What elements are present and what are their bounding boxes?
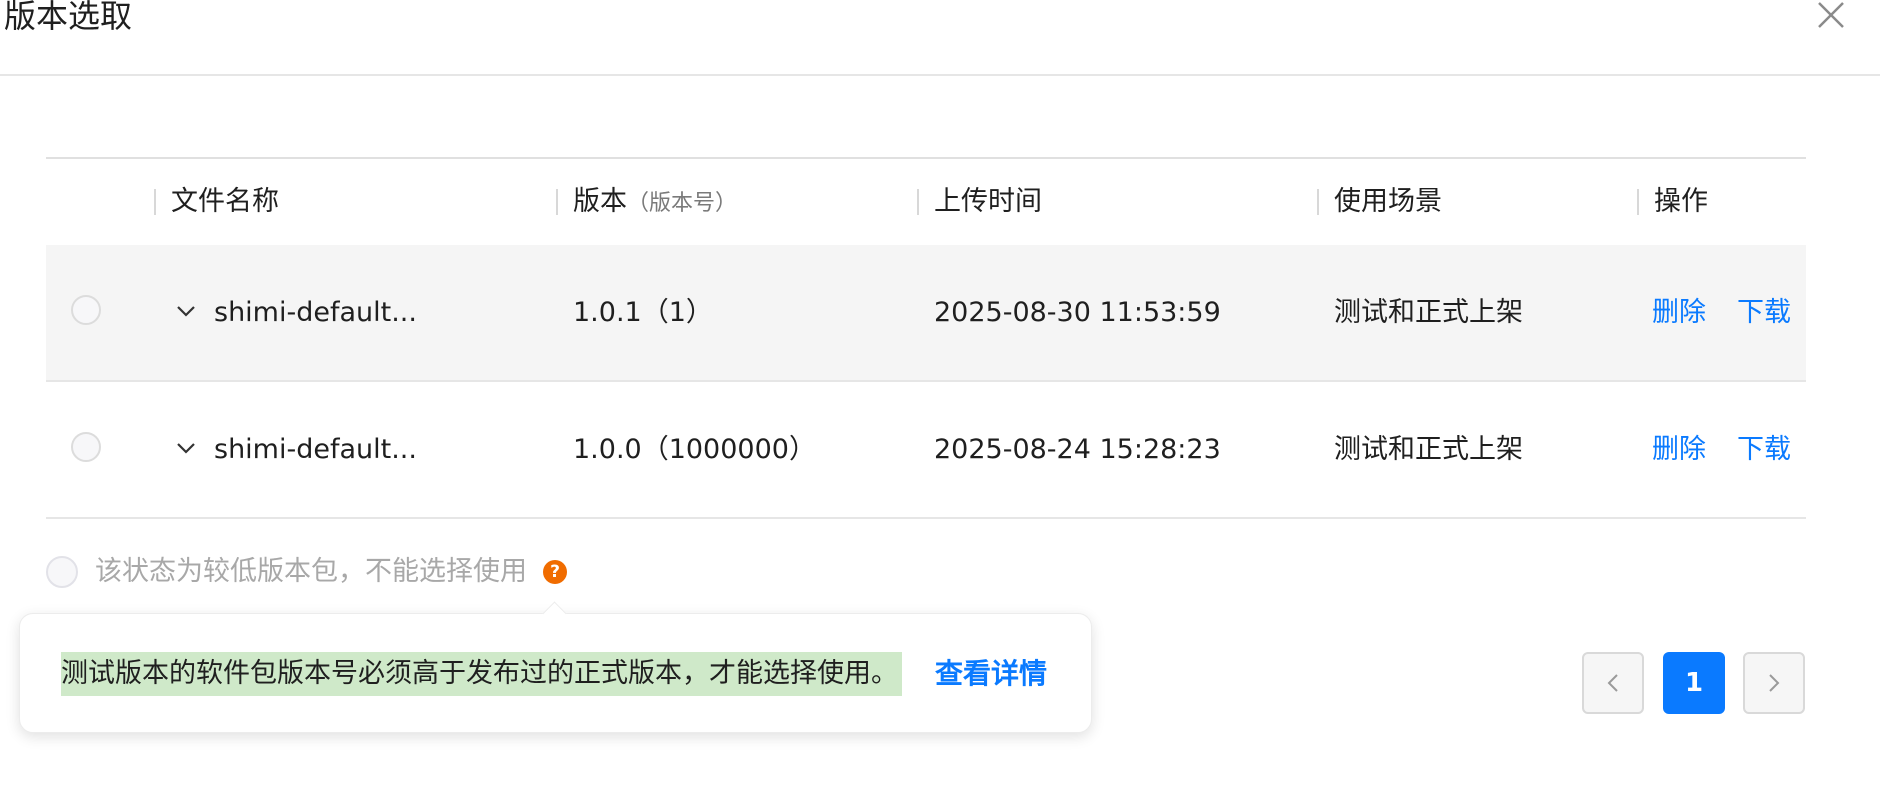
chevron-right-icon [1769, 674, 1780, 692]
column-separator [1317, 189, 1319, 215]
help-tooltip: 测试版本的软件包版本号必须高于发布过的正式版本，才能选择使用。 查看详情 [19, 601, 1092, 733]
disabled-radio-sample [46, 556, 78, 588]
row-select-radio[interactable] [71, 295, 101, 325]
question-icon[interactable]: ? [543, 560, 567, 584]
next-page-button[interactable] [1743, 652, 1805, 714]
table-row: shimi-default... 1.0.0（1000000） 2025-08-… [46, 382, 1806, 519]
usage-scene-cell: 测试和正式上架 [1334, 434, 1523, 465]
column-header-version: 版本（版本号） [573, 159, 737, 245]
column-header-version-sub: （版本号） [627, 191, 738, 216]
version-cell: 1.0.0（1000000） [573, 434, 816, 465]
table-header: 文件名称 版本（版本号） 上传时间 使用场景 操作 [46, 159, 1806, 245]
download-link[interactable]: 下载 [1737, 382, 1791, 517]
upload-time-cell: 2025-08-30 11:53:59 [934, 297, 1221, 328]
close-icon [1818, 2, 1844, 28]
view-details-link[interactable]: 查看详情 [935, 652, 1047, 696]
column-separator [556, 189, 558, 215]
column-separator [154, 189, 156, 215]
file-name-cell: shimi-default... [214, 297, 417, 328]
table-row: shimi-default... 1.0.1（1） 2025-08-30 11:… [46, 245, 1806, 382]
column-separator [1637, 189, 1639, 215]
column-header-actions: 操作 [1654, 186, 1708, 217]
column-header-usage-scene: 使用场景 [1334, 186, 1442, 217]
chevron-left-icon [1607, 674, 1618, 692]
upload-time-cell: 2025-08-24 15:28:23 [934, 434, 1221, 465]
expand-row-button[interactable] [172, 434, 200, 462]
page-number-button[interactable]: 1 [1663, 652, 1725, 714]
version-table: 文件名称 版本（版本号） 上传时间 使用场景 操作 shimi-default.… [46, 157, 1806, 519]
prev-page-button[interactable] [1582, 652, 1644, 714]
delete-link[interactable]: 删除 [1652, 382, 1706, 517]
close-button[interactable] [1812, 0, 1850, 34]
column-header-file-name: 文件名称 [171, 186, 279, 217]
chevron-down-icon [177, 306, 195, 317]
version-cell: 1.0.1（1） [573, 297, 713, 328]
expand-row-button[interactable] [172, 297, 200, 325]
dialog-title: 版本选取 [4, 0, 133, 35]
dialog-header: 版本选取 [0, 0, 1880, 76]
tooltip-text: 测试版本的软件包版本号必须高于发布过的正式版本，才能选择使用。 [61, 652, 902, 696]
usage-scene-cell: 测试和正式上架 [1334, 297, 1523, 328]
file-name-cell: shimi-default... [214, 434, 417, 465]
column-header-version-label: 版本 [573, 186, 627, 217]
tooltip-arrow [542, 601, 567, 626]
column-separator [917, 189, 919, 215]
row-select-radio[interactable] [71, 432, 101, 462]
delete-link[interactable]: 删除 [1652, 245, 1706, 380]
chevron-down-icon [177, 443, 195, 454]
legend-text: 该状态为较低版本包，不能选择使用 [95, 556, 527, 587]
column-header-upload-time: 上传时间 [934, 186, 1042, 217]
download-link[interactable]: 下载 [1737, 245, 1791, 380]
